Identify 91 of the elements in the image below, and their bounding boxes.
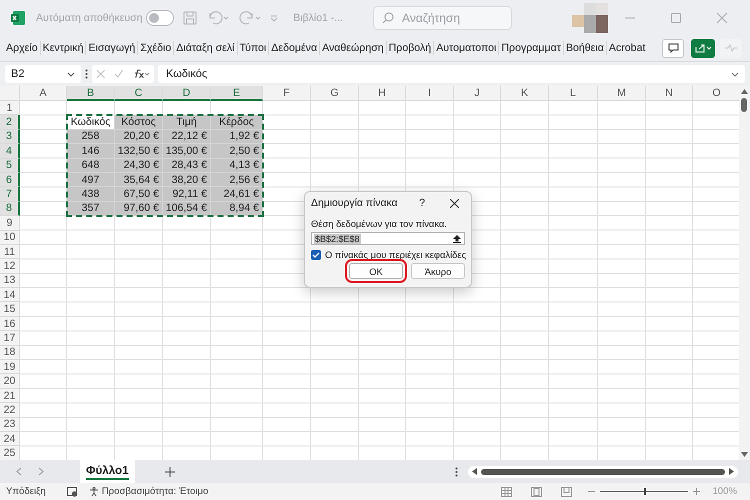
column-header[interactable]: J: [454, 86, 501, 101]
ribbon-tab[interactable]: Σχέδιο: [138, 41, 174, 55]
column-header[interactable]: A: [20, 86, 67, 101]
row-header[interactable]: 17: [0, 331, 20, 346]
row-header[interactable]: 22: [0, 403, 20, 418]
table-cell: 135,00 €: [163, 144, 211, 159]
ribbon-tab[interactable]: Εισαγωγή: [86, 41, 138, 55]
table-cell: 497: [67, 172, 115, 188]
column-header[interactable]: H: [359, 86, 406, 101]
table-cell: 2,56 €: [211, 172, 263, 188]
column-header[interactable]: L: [549, 86, 598, 101]
cancel-button[interactable]: Άκυρο: [411, 263, 465, 279]
dialog-title: Δημιουργία πίνακα: [311, 198, 398, 208]
row-header[interactable]: 19: [0, 360, 20, 374]
ribbon-tab[interactable]: Acrobat: [606, 41, 648, 55]
sheet-tab[interactable]: Φύλλο1: [80, 460, 135, 483]
table-cell: 2,50 €: [211, 144, 263, 159]
column-header[interactable]: M: [598, 86, 646, 101]
formula-field[interactable]: Κωδικός: [158, 65, 745, 83]
row-header[interactable]: 18: [0, 346, 20, 360]
range-field[interactable]: $B$2:$E$8: [311, 232, 465, 245]
ribbon-tab[interactable]: Διάταξη σελί: [174, 41, 238, 55]
ribbon-tab[interactable]: Αναθεώρηση: [320, 41, 387, 55]
table-cell: 35,64 €: [115, 172, 163, 188]
table-cell: 146: [67, 144, 115, 159]
table-cell: 4,13 €: [211, 158, 263, 173]
table-cell: 24,30 €: [115, 158, 163, 173]
table-cell: 132,50 €: [115, 144, 163, 159]
table-cell: 438: [67, 187, 115, 202]
header-cell: Κόστος: [115, 115, 163, 130]
ribbon-tab[interactable]: Τύποι: [238, 41, 270, 55]
row-header[interactable]: 20: [0, 374, 20, 389]
ribbon-tab[interactable]: Αυτοματοποι: [434, 41, 500, 55]
table-cell: 648: [67, 158, 115, 173]
row-header[interactable]: 12: [0, 259, 20, 274]
column-header[interactable]: G: [311, 86, 359, 101]
column-header[interactable]: E: [211, 86, 263, 101]
column-header[interactable]: I: [406, 86, 454, 101]
row-header[interactable]: 2: [0, 115, 20, 130]
column-header[interactable]: D: [163, 86, 211, 101]
row-header[interactable]: 4: [0, 144, 20, 159]
range-label: Θέση δεδομένων για τον πίνακα.: [311, 218, 448, 229]
row-header[interactable]: 25: [0, 446, 20, 460]
row-header[interactable]: 1: [0, 101, 20, 116]
table-cell: 67,50 €: [115, 187, 163, 202]
header-cell: Κωδικός: [67, 115, 115, 130]
column-header[interactable]: B: [67, 86, 115, 101]
ribbon-tab[interactable]: Κεντρική: [40, 41, 86, 55]
row-header[interactable]: 21: [0, 388, 20, 404]
help-button[interactable]: ?: [419, 198, 425, 208]
row-header[interactable]: 10: [0, 230, 20, 245]
header-cell: Τιμή: [163, 115, 211, 130]
row-header[interactable]: 24: [0, 432, 20, 446]
ribbon-tab[interactable]: Αρχείο: [4, 41, 41, 55]
row-header[interactable]: 14: [0, 288, 20, 302]
status-mode: Υπόδειξη: [6, 486, 46, 497]
table-cell: 24,61 €: [211, 187, 263, 202]
column-header[interactable]: C: [115, 86, 163, 101]
row-header[interactable]: 5: [0, 158, 20, 173]
row-header[interactable]: 16: [0, 316, 20, 332]
header-cell: Κέρδος: [211, 115, 263, 130]
table-cell: 20,20 €: [115, 130, 163, 144]
column-header[interactable]: K: [501, 86, 549, 101]
autosave-label: Αυτόματη αποθήκευση: [36, 12, 142, 24]
row-header[interactable]: 6: [0, 172, 20, 188]
row-header[interactable]: 15: [0, 302, 20, 317]
row-header[interactable]: 13: [0, 274, 20, 288]
table-cell: 258: [67, 130, 115, 144]
checkbox-label: Ο πίνακάς μου περιέχει κεφαλίδες: [325, 249, 466, 260]
ribbon-tab[interactable]: Δεδομένα: [269, 41, 320, 55]
row-header[interactable]: 23: [0, 418, 20, 432]
table-cell: 28,43 €: [163, 158, 211, 173]
row-header[interactable]: 8: [0, 202, 20, 216]
table-cell: 22,12 €: [163, 130, 211, 144]
table-cell: 38,20 €: [163, 172, 211, 188]
ribbon-tab[interactable]: Βοήθεια: [564, 41, 607, 55]
row-header[interactable]: 11: [0, 244, 20, 260]
column-header[interactable]: N: [646, 86, 693, 101]
ribbon-tab[interactable]: Προγραμματ: [499, 41, 564, 55]
row-header[interactable]: 7: [0, 187, 20, 202]
document-title: Βιβλίο1 -...: [293, 12, 344, 24]
name-box[interactable]: B2: [5, 65, 81, 83]
table-cell: 1,92 €: [211, 130, 263, 144]
row-header[interactable]: 9: [0, 216, 20, 231]
column-header[interactable]: O: [693, 86, 741, 101]
table-cell: 92,11 €: [163, 187, 211, 202]
table-cell: 106,54 €: [163, 202, 211, 216]
accessibility-status[interactable]: Προσβασιμότητα: Έτοιμο: [102, 486, 208, 497]
column-header[interactable]: F: [263, 86, 311, 101]
row-header[interactable]: 3: [0, 130, 20, 144]
ribbon-tab[interactable]: Προβολή: [386, 41, 434, 55]
